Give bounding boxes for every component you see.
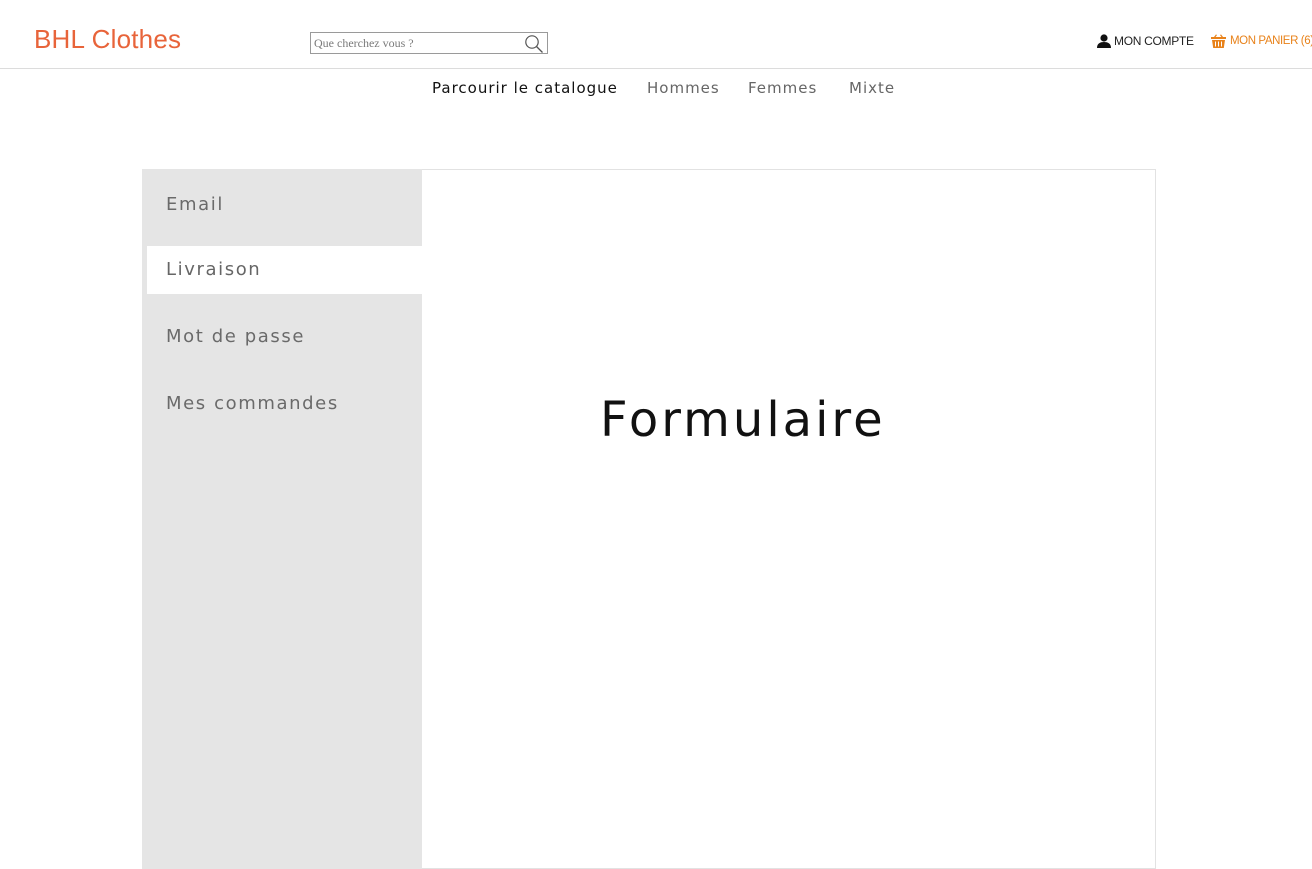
sidebar-item-mes-commandes[interactable]: Mes commandes	[142, 380, 422, 428]
sidebar-item-mot-de-passe[interactable]: Mot de passe	[142, 313, 422, 361]
sidebar-item-livraison[interactable]: Livraison	[147, 246, 422, 294]
main-nav: Parcourir le catalogue Hommes Femmes Mix…	[0, 79, 1312, 101]
user-icon	[1097, 34, 1111, 48]
form-placeholder: Formulaire	[600, 392, 886, 448]
brand-logo[interactable]: BHL Clothes	[34, 24, 181, 55]
search-input[interactable]	[314, 33, 514, 53]
basket-icon	[1211, 33, 1226, 48]
cart-link[interactable]: MON PANIER (6)	[1210, 33, 1312, 49]
nav-item-catalogue[interactable]: Parcourir le catalogue	[432, 79, 618, 97]
account-label: MON COMPTE	[1114, 34, 1194, 48]
cart-label: MON PANIER (6)	[1230, 35, 1312, 47]
account-link[interactable]: MON COMPTE	[1096, 33, 1194, 49]
nav-item-mixte[interactable]: Mixte	[849, 79, 895, 97]
site-header: BHL Clothes MON COMPTE MON PANIER (6)	[0, 0, 1312, 69]
search-bar	[310, 32, 548, 54]
nav-item-femmes[interactable]: Femmes	[748, 79, 817, 97]
account-sidebar: Email Livraison Mot de passe Mes command…	[142, 169, 422, 869]
nav-item-hommes[interactable]: Hommes	[647, 79, 720, 97]
sidebar-item-email[interactable]: Email	[142, 181, 422, 229]
search-icon[interactable]	[524, 34, 544, 54]
